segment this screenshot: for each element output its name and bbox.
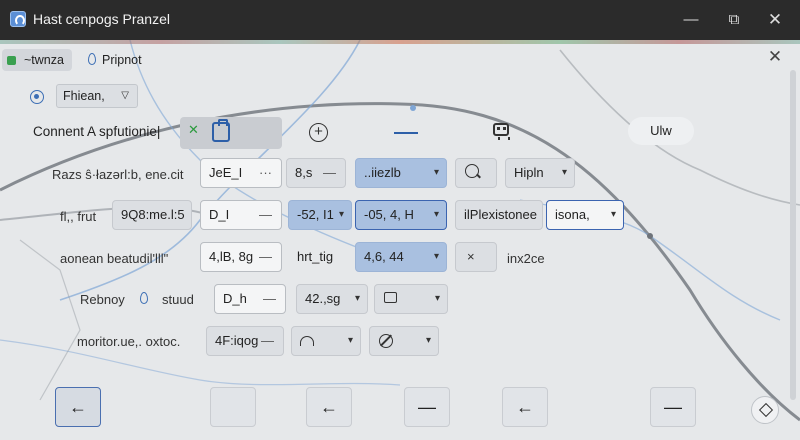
minimize-button[interactable]: —: [676, 6, 706, 34]
row-label: aonean beatudil'lll": [60, 251, 169, 266]
maximize-button[interactable]: ⧉: [719, 6, 749, 34]
toolbar-pill-button[interactable]: Ulw: [628, 117, 694, 145]
row2-dropdown-2[interactable]: -05, 4, H ▾: [355, 200, 447, 230]
row2-field-3[interactable]: ilPlexistonee: [455, 200, 543, 230]
tab-label: Pripnot: [102, 53, 142, 67]
check-x-icon[interactable]: ✕: [188, 122, 199, 138]
row3-field-2[interactable]: hrt_tig: [288, 242, 352, 272]
filter-dropdown[interactable]: Fhiean, ▽: [56, 84, 138, 108]
arch-icon: [300, 336, 314, 346]
row-label: fl,, frut: [60, 209, 97, 224]
line-tool-icon[interactable]: [394, 132, 418, 134]
status-dot-icon: [7, 56, 16, 65]
row3-clear-button[interactable]: [455, 242, 497, 272]
row1-dropdown-2[interactable]: Hipln ▾: [505, 158, 575, 188]
tab-label: ~twnza: [24, 53, 64, 67]
chevron-down-icon: ▽: [121, 90, 129, 101]
minus-button[interactable]: —: [404, 387, 450, 427]
tab-twnza[interactable]: ~twnza: [2, 49, 72, 71]
row-label: Razs ŝ·łazərl:b, ene.cit: [52, 167, 184, 182]
scrollbar[interactable]: [790, 70, 796, 400]
row3-dropdown-1[interactable]: 4,6, 44 ▾: [355, 242, 447, 272]
row2-dropdown-3[interactable]: isona, ▾: [546, 200, 624, 230]
back-button[interactable]: ←: [55, 387, 101, 427]
title-bar: Hast cenpogs Pranzel — ⧉ ✕: [0, 0, 800, 40]
row4-dropdown-1[interactable]: 42.,sg ▾: [296, 284, 368, 314]
row-label-secondary: stuud: [162, 292, 194, 307]
chat-icon: [384, 292, 397, 303]
row1-field-2[interactable]: 8,s —: [286, 158, 346, 188]
clipboard-icon[interactable]: [212, 119, 230, 142]
back-arrow-button-2[interactable]: ←: [502, 387, 548, 427]
compass-icon[interactable]: [751, 396, 779, 424]
route-strip: [0, 40, 800, 44]
app-icon: [10, 11, 26, 27]
pin-icon: [88, 53, 96, 65]
row2-field-1[interactable]: 9Q8:me.l:5: [112, 200, 192, 230]
target-icon: [30, 90, 44, 104]
back-arrow-button[interactable]: ←: [306, 387, 352, 427]
hand-icon: [379, 334, 393, 348]
toolbar-label: Connent A spfutionie|: [33, 124, 161, 139]
row3-value: inx2ce: [507, 251, 545, 266]
row4-field-1[interactable]: D_h —: [214, 284, 286, 314]
robot-icon[interactable]: [493, 123, 510, 140]
tab-pripnot[interactable]: Pripnot: [86, 49, 142, 71]
row1-dropdown-1[interactable]: ..iiezlb ▾: [355, 158, 447, 188]
filter-value: Fhiean,: [63, 89, 105, 103]
panel-close-button[interactable]: ✕: [765, 47, 785, 67]
search-icon: [465, 164, 479, 178]
row2-dropdown-1[interactable]: -52, I1 ▾: [288, 200, 352, 230]
close-window-button[interactable]: ✕: [760, 6, 790, 34]
add-button[interactable]: +: [309, 123, 328, 142]
minus-button-2[interactable]: —: [650, 387, 696, 427]
row3-field-1[interactable]: 4,lB, 8g —: [200, 242, 282, 272]
row1-field-1[interactable]: JeE_I ···: [200, 158, 282, 188]
row5-field-1[interactable]: 4F:iqog —: [206, 326, 284, 356]
window-title: Hast cenpogs Pranzel: [33, 11, 170, 27]
pin-icon: [140, 292, 148, 304]
row-label: Rebnoy: [80, 292, 125, 307]
row2-field-2[interactable]: D_I —: [200, 200, 282, 230]
close-icon: ×: [467, 249, 475, 264]
row-label: moritor.ue,. oxtoc.: [77, 334, 181, 349]
blank-button[interactable]: [210, 387, 256, 427]
